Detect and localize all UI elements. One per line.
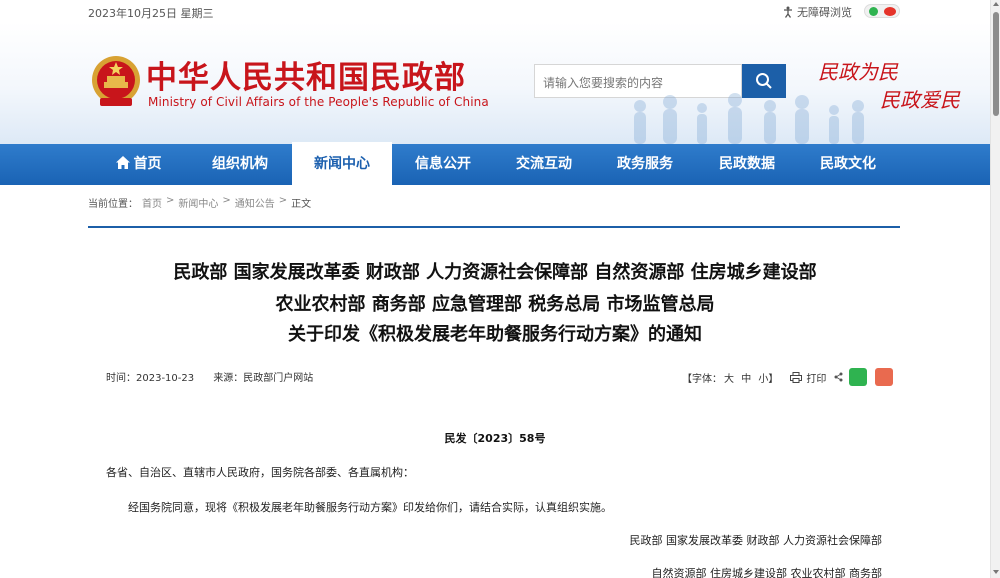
site-header: 中华人民共和国民政部 Ministry of Civil Affairs of … bbox=[0, 22, 990, 144]
weibo-icon[interactable] bbox=[884, 7, 896, 16]
nav-item-data[interactable]: 民政数据 bbox=[697, 144, 797, 185]
article-meta: 时间：2023-10-23 来源：民政部门户网站 bbox=[106, 369, 329, 384]
publish-time: 时间：2023-10-23 bbox=[106, 373, 195, 384]
home-icon bbox=[115, 156, 130, 169]
article-title-line-1: 民政部 国家发展改革委 财政部 人力资源社会保障部 自然资源部 住房城乡建设部 bbox=[173, 262, 817, 283]
current-date: 2023年10月25日 星期三 bbox=[88, 7, 214, 20]
body-paragraph: 经国务院同意，现将《积极发展老年助餐服务行动方案》印发给你们，请结合实际，认真组… bbox=[128, 501, 612, 514]
nav-item-info-disclosure[interactable]: 信息公开 bbox=[393, 144, 493, 185]
top-bar: 2023年10月25日 星期三 无障碍浏览 bbox=[0, 0, 990, 22]
slogan-line-1: 民政为民 bbox=[818, 60, 898, 84]
signature-line-1: 民政部 国家发展改革委 财政部 人力资源社会保障部 bbox=[629, 534, 883, 547]
font-size-label: 【字体： bbox=[682, 373, 722, 385]
share-icon bbox=[834, 372, 843, 382]
scrollbar-thumb[interactable] bbox=[993, 12, 999, 116]
main-navigation: 首页 组织机构 新闻中心 信息公开 交流互动 政务服务 民政数据 民政文化 bbox=[0, 142, 990, 185]
nav-item-interaction[interactable]: 交流互动 bbox=[494, 144, 594, 185]
family-silhouette-decoration bbox=[634, 93, 864, 144]
breadcrumb-separator: > bbox=[166, 195, 175, 206]
site-title[interactable]: 中华人民共和国民政部 bbox=[146, 52, 466, 97]
weibo-share-icon[interactable] bbox=[875, 368, 894, 386]
nav-item-culture[interactable]: 民政文化 bbox=[798, 144, 898, 185]
article-source: 来源：民政部门户网站 bbox=[213, 373, 314, 384]
nav-item-home[interactable]: 首页 bbox=[88, 144, 188, 185]
addressee-paragraph: 各省、自治区、直辖市人民政府，国务院各部委、各直属机构： bbox=[106, 466, 414, 479]
site-subtitle: Ministry of Civil Affairs of the People'… bbox=[148, 95, 489, 109]
breadcrumb-news-center[interactable]: 新闻中心 bbox=[178, 195, 218, 210]
wechat-icon[interactable] bbox=[869, 7, 878, 16]
breadcrumb-separator: > bbox=[222, 195, 231, 206]
font-size-controls: 【字体：大 中 小】 bbox=[682, 370, 780, 385]
article-title-line-3: 关于印发《积极发展老年助餐服务行动方案》的通知 bbox=[288, 324, 702, 345]
font-size-small[interactable]: 小】 bbox=[758, 374, 778, 385]
article-tools: 【字体：大 中 小】 打印 bbox=[682, 368, 894, 386]
nav-item-label: 首页 bbox=[133, 156, 162, 172]
wechat-share-icon[interactable] bbox=[849, 368, 868, 386]
search-icon bbox=[756, 73, 772, 89]
document-number: 民发〔2023〕58号 bbox=[444, 432, 546, 445]
accessibility-label: 无障碍浏览 bbox=[797, 6, 852, 19]
slogan-line-2: 民政爱民 bbox=[880, 88, 960, 112]
national-emblem-icon bbox=[92, 56, 140, 106]
nav-item-services[interactable]: 政务服务 bbox=[595, 144, 695, 185]
breadcrumb-separator: > bbox=[278, 195, 288, 206]
font-size-medium[interactable]: 中 bbox=[741, 374, 751, 385]
nav-item-news-center[interactable]: 新闻中心 bbox=[292, 142, 392, 185]
content-divider bbox=[88, 226, 900, 228]
breadcrumb-home[interactable]: 首页 bbox=[142, 195, 162, 210]
breadcrumb-notices[interactable]: 通知公告 bbox=[235, 195, 275, 210]
accessibility-icon bbox=[784, 6, 792, 18]
print-link[interactable]: 打印 bbox=[806, 370, 826, 385]
accessibility-link[interactable]: 无障碍浏览 bbox=[782, 4, 852, 20]
scroll-down-arrow-icon[interactable] bbox=[993, 570, 999, 574]
print-icon[interactable] bbox=[790, 371, 803, 383]
vertical-scrollbar[interactable] bbox=[990, 0, 1000, 578]
signature-line-2: 自然资源部 住房城乡建设部 农业农村部 商务部 bbox=[651, 567, 883, 578]
breadcrumb: 当前位置： 首页 > 新闻中心 > 通知公告 > 正文 bbox=[88, 195, 311, 210]
breadcrumb-prefix: 当前位置： bbox=[88, 199, 138, 210]
social-links[interactable] bbox=[864, 4, 900, 18]
nav-item-organization[interactable]: 组织机构 bbox=[190, 144, 290, 185]
font-size-large[interactable]: 大 bbox=[724, 374, 734, 385]
article-title-line-2: 农业农村部 商务部 应急管理部 税务总局 市场监管总局 bbox=[275, 294, 715, 315]
breadcrumb-current: 正文 bbox=[291, 199, 312, 210]
scroll-up-arrow-icon[interactable] bbox=[993, 2, 999, 6]
